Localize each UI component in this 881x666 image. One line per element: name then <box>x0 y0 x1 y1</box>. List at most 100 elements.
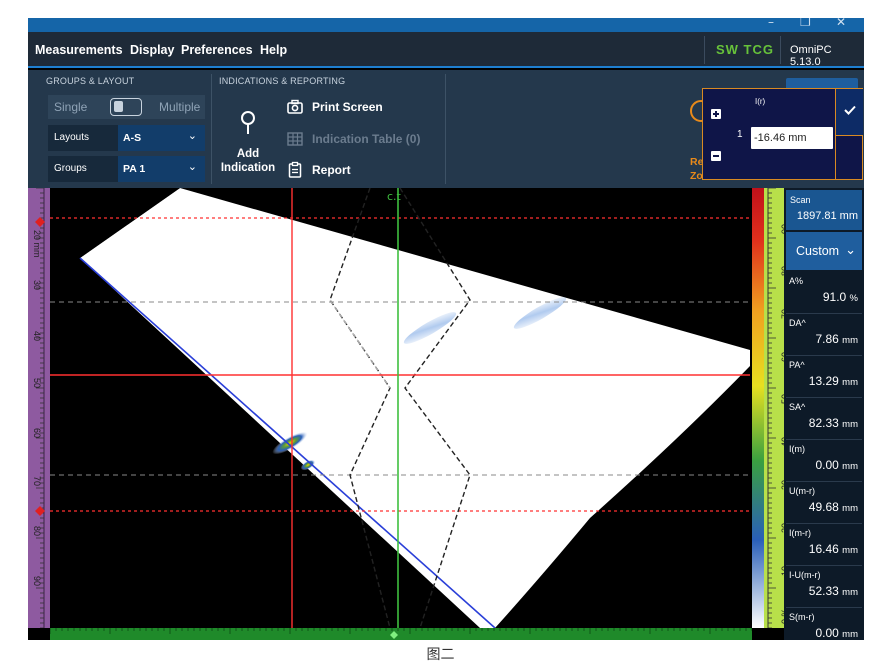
groups-value: PA 1 <box>123 163 146 175</box>
reading-da: DA^ 7.86 mm <box>786 314 862 356</box>
reading-value: 49.68 mm <box>808 500 858 514</box>
reading-value: 16.46 mm <box>808 542 858 556</box>
groups-label: Groups <box>54 163 87 174</box>
reading-i-u-m-r: I-U(m-r) 52.33 mm <box>786 566 862 608</box>
custom-label: Custom <box>796 244 840 258</box>
scan-label: Scan <box>790 195 811 205</box>
depth-ruler[interactable]: 20 mm 30 40 50 60 70 80 90 <box>28 188 50 628</box>
reading-i-m-r: I(m-r) 16.46 mm <box>786 524 862 566</box>
menu-separator <box>780 36 781 64</box>
depth-label: 50 <box>32 378 42 389</box>
layouts-value: A-S <box>123 132 142 144</box>
reading-label: A% <box>789 276 804 286</box>
sw-tcg-indicator[interactable]: SW TCG <box>716 42 774 57</box>
app-version: OmniPC 5.13.0 <box>790 44 832 68</box>
reading-label: I-U(m-r) <box>789 570 821 580</box>
reading-value: 91.0 % <box>822 290 858 304</box>
depth-label: 70 <box>32 476 42 487</box>
close-icon[interactable]: ✕ <box>836 18 846 29</box>
chevron-down-icon: ⌄ <box>187 130 197 142</box>
reading-pa: PA^ 13.29 mm <box>786 356 862 398</box>
toggle-multiple-label: Multiple <box>159 100 201 114</box>
menu-bar: Measurements Display Preferences Help SW… <box>28 32 864 68</box>
sector-scan-view[interactable]: c.t <box>50 188 750 628</box>
confirm-button[interactable] <box>835 89 863 135</box>
ir-step-value: 1 <box>737 129 743 140</box>
ribbon-divider <box>445 74 446 184</box>
scan-position-box[interactable]: Scan 1897.81 mm <box>786 190 862 230</box>
toggle-switch[interactable] <box>110 98 142 116</box>
menu-display[interactable]: Display <box>130 43 174 57</box>
title-bar: – ❐ ✕ <box>28 18 864 32</box>
reading-value: 0.00 mm <box>815 626 858 640</box>
menu-help[interactable]: Help <box>260 43 287 57</box>
groups-layout-title: GROUPS & LAYOUT <box>46 76 135 86</box>
depth-label: 80 <box>32 526 42 537</box>
indication-table-label: Indication Table (0) <box>312 132 421 146</box>
depth-label: 30 <box>32 280 42 291</box>
scan-value: 1897.81 mm <box>796 210 858 222</box>
minimize-icon[interactable]: – <box>768 18 774 29</box>
reading-value: 52.33 mm <box>808 584 858 598</box>
editor-side-panel <box>835 135 863 180</box>
menu-separator <box>704 36 705 64</box>
reading-label: SA^ <box>789 402 806 412</box>
ir-value-input[interactable]: -16.46 mm <box>751 127 833 149</box>
readings-panel: Scan 1897.81 mm Custom ⌄ A% 91.0 % DA^ 7… <box>784 188 864 640</box>
toggle-knob <box>114 101 123 112</box>
reading-u-m-r: U(m-r) 49.68 mm <box>786 482 862 524</box>
chevron-down-icon: ⌄ <box>187 161 197 173</box>
groups-dropdown[interactable]: PA 1 ⌄ <box>118 156 205 182</box>
table-icon <box>287 132 303 146</box>
increment-icon[interactable] <box>711 109 721 119</box>
custom-readings-dropdown[interactable]: Custom ⌄ <box>786 232 862 270</box>
reading-label: PA^ <box>789 360 805 370</box>
reading-sa: SA^ 82.33 mm <box>786 398 862 440</box>
amplitude-ruler[interactable]: 90 80 70 60 50 40 30 20 10 0 % <box>764 188 790 628</box>
depth-label: 40 <box>32 331 42 342</box>
cursor-top-label: c.t <box>387 190 402 203</box>
ribbon-divider <box>211 74 212 184</box>
scan-axis-ticks <box>50 628 752 639</box>
reading-label: I(m-r) <box>789 528 811 538</box>
restore-icon[interactable]: ❐ <box>800 18 811 29</box>
menu-preferences[interactable]: Preferences <box>181 43 253 57</box>
report-label: Report <box>312 163 351 177</box>
menu-measurements[interactable]: Measurements <box>35 43 123 57</box>
layouts-dropdown[interactable]: A-S ⌄ <box>118 125 205 151</box>
checkmark-icon <box>844 105 856 115</box>
ir-value-text: -16.46 mm <box>754 132 807 144</box>
reading-value: 82.33 mm <box>808 416 858 430</box>
indications-reporting-title: INDICATIONS & REPORTING <box>219 76 346 86</box>
ir-editor-header: I(r) <box>755 97 766 106</box>
reading-a-percent: A% 91.0 % <box>786 272 862 314</box>
reading-value: 7.86 mm <box>815 332 858 346</box>
omnipc-window: – ❐ ✕ Measurements Display Preferences H… <box>28 18 864 640</box>
reading-value: 0.00 mm <box>815 458 858 472</box>
reading-i-m: I(m) 0.00 mm <box>786 440 862 482</box>
pin-icon <box>241 111 255 134</box>
reading-label: U(m-r) <box>789 486 815 496</box>
reading-s-m-r: S(m-r) 0.00 mm <box>786 608 862 640</box>
add-indication-label: Add Indication <box>220 148 276 174</box>
single-multiple-toggle[interactable]: Single Multiple <box>48 95 205 119</box>
reading-label: I(m) <box>789 444 805 454</box>
depth-label: 90 <box>32 576 42 587</box>
print-screen-label: Print Screen <box>312 100 383 114</box>
camera-icon <box>287 99 303 114</box>
reading-label: S(m-r) <box>789 612 815 622</box>
add-indication-button[interactable]: Add Indication <box>218 110 278 175</box>
color-palette-bar <box>752 188 764 628</box>
reading-label: DA^ <box>789 318 806 328</box>
clipboard-icon <box>288 161 302 178</box>
toggle-single-label: Single <box>54 100 88 114</box>
layouts-row: Layouts A-S ⌄ <box>48 125 205 151</box>
chevron-down-icon: ⌄ <box>845 242 856 257</box>
scan-position-marker[interactable] <box>390 631 398 639</box>
decrement-icon[interactable] <box>711 151 721 161</box>
groups-row: Groups PA 1 ⌄ <box>48 156 205 182</box>
layouts-label: Layouts <box>54 132 90 143</box>
amplitude-ruler-ticks <box>767 188 776 628</box>
scan-axis-ruler[interactable] <box>50 628 752 640</box>
depth-label: 60 <box>32 428 42 439</box>
